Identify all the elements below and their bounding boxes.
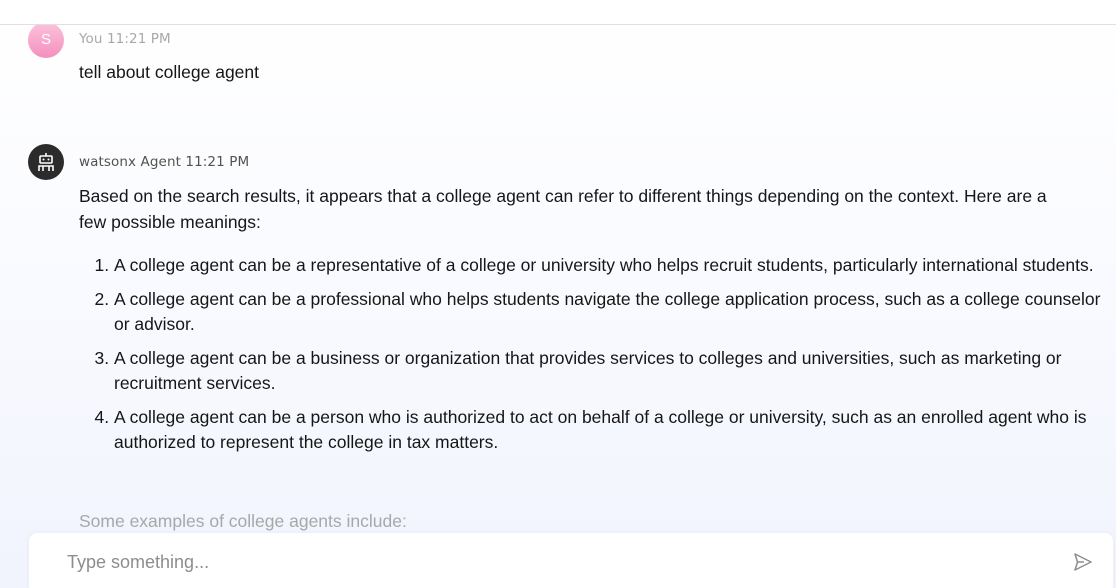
user-timestamp: 11:21 PM <box>106 31 171 47</box>
list-item: A college agent can be a person who is a… <box>114 405 1114 455</box>
agent-message-meta: watsonx Agent 11:21 PM <box>79 154 249 170</box>
top-bar <box>0 0 1116 25</box>
user-message-text: tell about college agent <box>79 62 259 82</box>
list-item: A college agent can be a professional wh… <box>114 287 1114 337</box>
chat-transcript[interactable]: S You 11:21 PM tell about college agent … <box>0 25 1116 531</box>
user-message-meta: You 11:21 PM <box>79 31 171 47</box>
list-item: A college agent can be a business or org… <box>114 346 1114 396</box>
message-composer <box>29 533 1113 588</box>
send-icon <box>1074 553 1092 571</box>
agent-avatar <box>28 144 64 180</box>
agent-message-intro: Based on the search results, it appears … <box>79 186 1047 232</box>
robot-icon <box>38 153 54 171</box>
message-input[interactable] <box>67 547 1047 577</box>
send-button[interactable] <box>1072 551 1094 573</box>
user-author: You <box>79 31 103 47</box>
agent-author: watsonx Agent <box>79 154 181 170</box>
list-item: A college agent can be a representative … <box>114 253 1114 278</box>
agent-timestamp: 11:21 PM <box>185 154 250 170</box>
agent-trailing-text: Some examples of college agents include: <box>79 511 407 531</box>
user-avatar: S <box>28 25 64 58</box>
agent-meanings-list: A college agent can be a representative … <box>79 253 1114 464</box>
